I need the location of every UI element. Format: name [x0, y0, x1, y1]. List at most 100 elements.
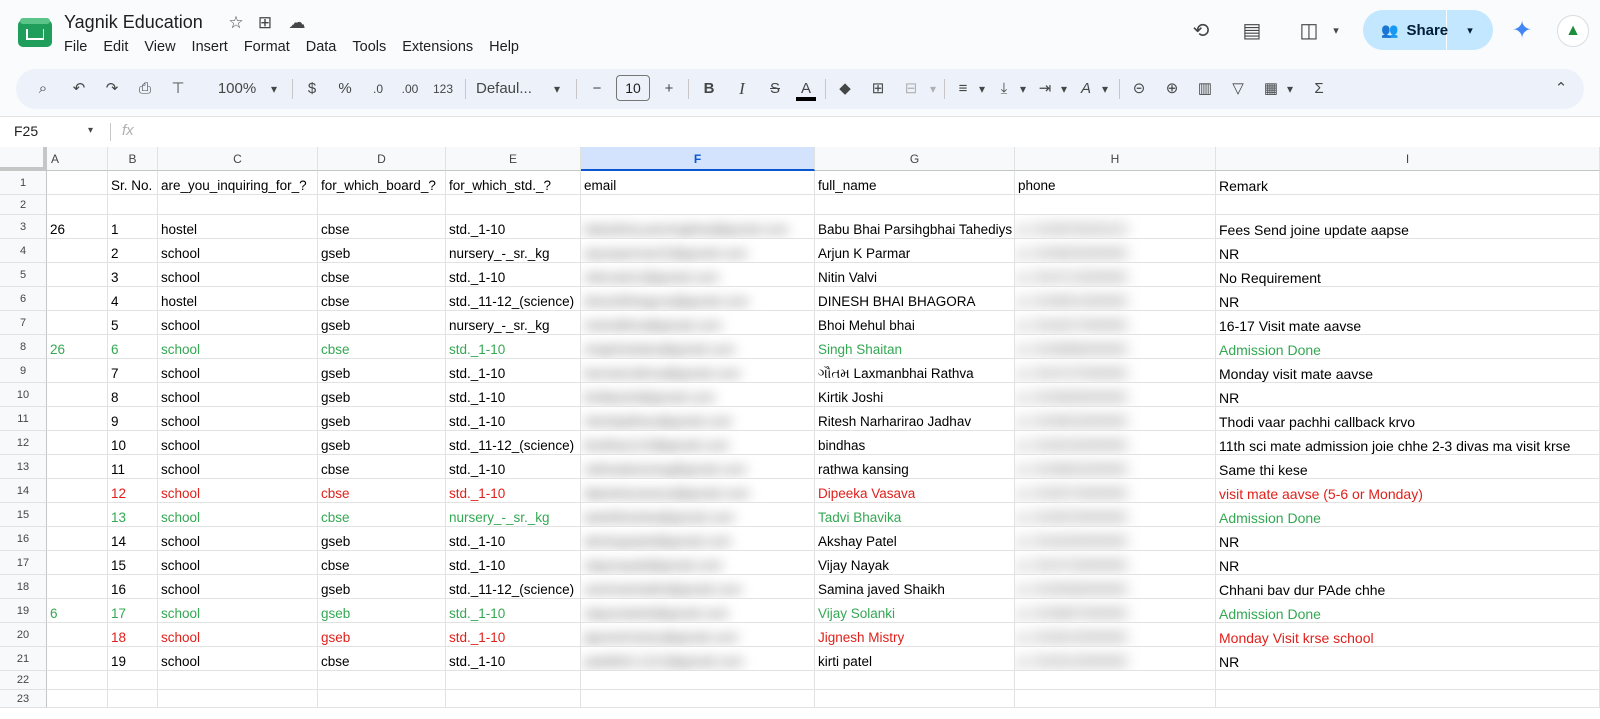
cell-c4[interactable]: school: [158, 239, 318, 263]
cell-e23[interactable]: [446, 690, 581, 708]
cell-e14[interactable]: std._1-10: [446, 479, 581, 503]
cell-c16[interactable]: school: [158, 527, 318, 551]
redo-icon[interactable]: ↷: [99, 74, 125, 104]
cell-c17[interactable]: school: [158, 551, 318, 575]
menu-edit[interactable]: Edit: [95, 37, 136, 57]
cell-c14[interactable]: school: [158, 479, 318, 503]
column-header-b[interactable]: B: [108, 147, 158, 171]
cell-c21[interactable]: school: [158, 647, 318, 671]
cell-i9[interactable]: Monday visit mate aavse: [1216, 359, 1600, 383]
cell-c13[interactable]: school: [158, 455, 318, 479]
cell-g12[interactable]: bindhas: [815, 431, 1015, 455]
cell-d8[interactable]: cbse: [318, 335, 446, 359]
cell-e10[interactable]: std._1-10: [446, 383, 581, 407]
cell-b17[interactable]: 15: [108, 551, 158, 575]
insert-link-icon[interactable]: ⊝: [1126, 74, 1152, 104]
paint-format-icon[interactable]: ⊤: [165, 74, 191, 104]
menu-file[interactable]: File: [56, 37, 95, 57]
cell-d23[interactable]: [318, 690, 446, 708]
cell-c11[interactable]: school: [158, 407, 318, 431]
column-header-i[interactable]: I: [1216, 147, 1600, 171]
cell-c8[interactable]: school: [158, 335, 318, 359]
cell-i7[interactable]: 16-17 Visit mate aavse: [1216, 311, 1600, 335]
cell-f14[interactable]: dipeekavasava@gmail.com: [581, 479, 815, 503]
cell-d16[interactable]: gseb: [318, 527, 446, 551]
row-header[interactable]: 12: [0, 431, 47, 455]
row-header[interactable]: 14: [0, 479, 47, 503]
cell-d14[interactable]: cbse: [318, 479, 446, 503]
currency-format-icon[interactable]: $: [299, 74, 325, 104]
cell-e21[interactable]: std._1-10: [446, 647, 581, 671]
cell-b3[interactable]: 1: [108, 215, 158, 239]
cell-e17[interactable]: std._1-10: [446, 551, 581, 575]
cell-c19[interactable]: school: [158, 599, 318, 623]
column-header-d[interactable]: D: [318, 147, 446, 171]
row-header[interactable]: 16: [0, 527, 47, 551]
cell-i2[interactable]: [1216, 195, 1600, 215]
cell-e6[interactable]: std._11-12_(science): [446, 287, 581, 311]
cell-c23[interactable]: [158, 690, 318, 708]
cell-h21[interactable]: p:+919313000000: [1015, 647, 1216, 671]
cell-f23[interactable]: [581, 690, 815, 708]
cell-d1[interactable]: for_which_board_?: [318, 171, 446, 195]
cell-f5[interactable]: nitinvalvi1@gmail.com: [581, 263, 815, 287]
menu-help[interactable]: Help: [481, 37, 527, 57]
gemini-icon[interactable]: ✦: [1507, 16, 1537, 46]
cell-a23[interactable]: [47, 690, 108, 708]
cell-h3[interactable]: p:+919876543210: [1015, 215, 1216, 239]
cell-d3[interactable]: cbse: [318, 215, 446, 239]
row-header[interactable]: 7: [0, 311, 47, 335]
cell-c3[interactable]: hostel: [158, 215, 318, 239]
cell-g13[interactable]: rathwa kansing: [815, 455, 1015, 479]
cell-f7[interactable]: mehulbhoi@gmail.com: [581, 311, 815, 335]
cell-d20[interactable]: gseb: [318, 623, 446, 647]
cell-f18[interactable]: saminashaikh@gmail.com: [581, 575, 815, 599]
bold-icon[interactable]: B: [696, 74, 722, 104]
row-header[interactable]: 23: [0, 690, 47, 708]
avatar[interactable]: ▲: [1557, 15, 1589, 47]
filter-icon[interactable]: ▽: [1225, 74, 1251, 104]
cell-i12[interactable]: 11th sci mate admission joie chhe 2-3 di…: [1216, 431, 1600, 455]
cell-b13[interactable]: 11: [108, 455, 158, 479]
more-formats-icon[interactable]: 123: [430, 74, 456, 104]
menu-data[interactable]: Data: [298, 37, 345, 57]
cell-d5[interactable]: cbse: [318, 263, 446, 287]
cell-d22[interactable]: [318, 671, 446, 690]
cell-g18[interactable]: Samina javed Shaikh: [815, 575, 1015, 599]
cell-c20[interactable]: school: [158, 623, 318, 647]
cell-f2[interactable]: [581, 195, 815, 215]
star-icon[interactable]: ☆: [225, 12, 247, 34]
sheets-logo-icon[interactable]: [18, 18, 52, 47]
cell-h14[interactable]: p:+919574000000: [1015, 479, 1216, 503]
name-box[interactable]: F25: [14, 123, 38, 139]
cell-f13[interactable]: rathwakansing@gmail.com: [581, 455, 815, 479]
cell-g17[interactable]: Vijay Nayak: [815, 551, 1015, 575]
zoom-caret-icon[interactable]: ▾: [261, 74, 287, 104]
cell-b15[interactable]: 13: [108, 503, 158, 527]
cell-a9[interactable]: [47, 359, 108, 383]
cell-f15[interactable]: tadvibhavika@gmail.com: [581, 503, 815, 527]
cell-a6[interactable]: [47, 287, 108, 311]
cell-a1[interactable]: [47, 171, 108, 195]
cell-i22[interactable]: [1216, 671, 1600, 690]
cell-g15[interactable]: Tadvi Bhavika: [815, 503, 1015, 527]
row-header[interactable]: 8: [0, 335, 47, 359]
cell-g22[interactable]: [815, 671, 1015, 690]
cell-i20[interactable]: Monday Visit krse school: [1216, 623, 1600, 647]
cell-i5[interactable]: No Requirement: [1216, 263, 1600, 287]
rotation-caret-icon[interactable]: ▾: [1092, 74, 1118, 104]
cell-i19[interactable]: Admission Done: [1216, 599, 1600, 623]
cell-d21[interactable]: cbse: [318, 647, 446, 671]
column-header-g[interactable]: G: [815, 147, 1015, 171]
cell-g11[interactable]: Ritesh Narharirao Jadhav: [815, 407, 1015, 431]
cell-f3[interactable]: babubhai.parsingbhai@gmail.com: [581, 215, 815, 239]
cell-h1[interactable]: phone: [1015, 171, 1216, 195]
cell-h10[interactable]: p:+919909000000: [1015, 383, 1216, 407]
row-header[interactable]: 4: [0, 239, 47, 263]
cell-h13[interactable]: p:+919662000000: [1015, 455, 1216, 479]
meet-icon[interactable]: ◫: [1294, 16, 1324, 46]
cell-e22[interactable]: [446, 671, 581, 690]
cell-f8[interactable]: singhshaitan@gmail.com: [581, 335, 815, 359]
cell-h7[interactable]: p:+919427000000: [1015, 311, 1216, 335]
cell-c15[interactable]: school: [158, 503, 318, 527]
